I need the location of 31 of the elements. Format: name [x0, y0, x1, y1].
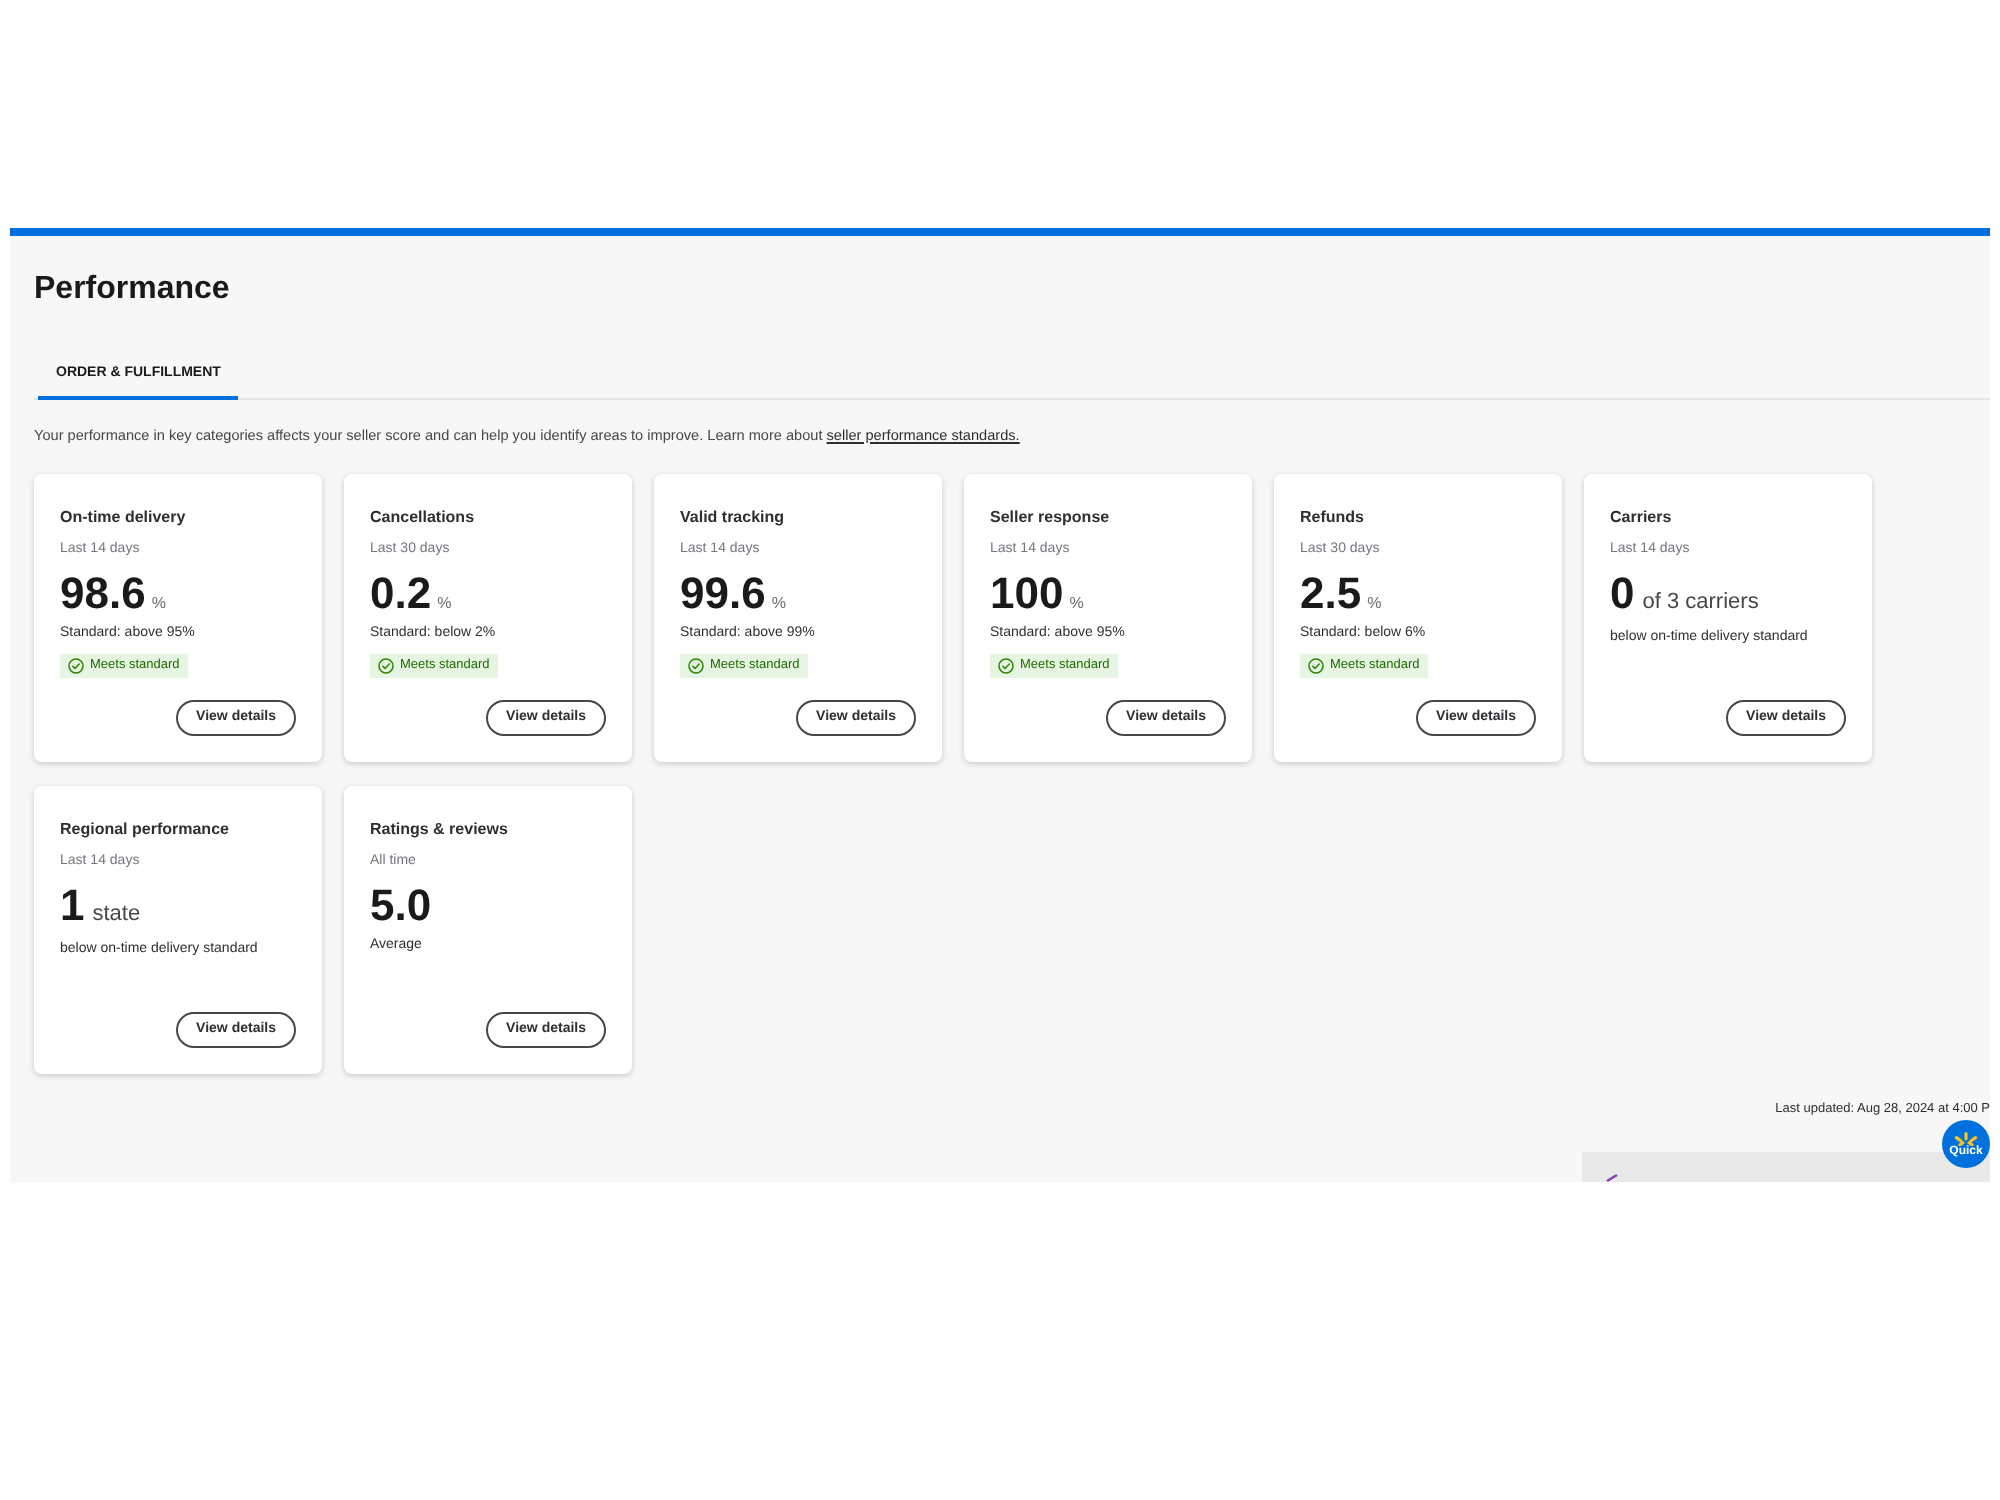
metric-value: 98.6 [60, 572, 146, 616]
metric-value: 99.6 [680, 572, 766, 616]
spark-icon [1954, 1131, 1978, 1145]
unit-label: % [771, 592, 786, 616]
unit-label: % [1367, 592, 1382, 616]
unit-label: % [151, 592, 166, 616]
check-circle-icon [378, 658, 394, 674]
metric-value: 0.2 [370, 572, 432, 616]
check-circle-icon [68, 658, 84, 674]
metric-value: 5.0 [370, 884, 432, 928]
metric-value: 100 [990, 572, 1064, 616]
unit-label: state [92, 900, 141, 930]
check-circle-icon [998, 658, 1014, 674]
metric-value: 0 [1610, 572, 1635, 616]
card-title: On-time delivery [60, 508, 188, 528]
metric-value: 1 [60, 884, 85, 928]
card-title: Regional performance [60, 820, 231, 840]
check-circle-icon [1308, 658, 1324, 674]
unit-label: of 3 carriers [1642, 588, 1759, 618]
unit-label: % [437, 592, 452, 616]
diagonal-mark-icon [1606, 1174, 1618, 1182]
unit-label: % [1069, 592, 1084, 616]
card-title: Ratings & reviews [370, 820, 510, 840]
card-title: Valid tracking [680, 508, 787, 528]
card-title: Refunds [1300, 508, 1366, 528]
card-title: Carriers [1610, 508, 1674, 528]
metric-value: 2.5 [1300, 572, 1362, 616]
card-title: Seller response [990, 508, 1112, 528]
card-title: Cancellations [370, 508, 477, 528]
check-circle-icon [688, 658, 704, 674]
page-title: Performance [34, 270, 230, 310]
